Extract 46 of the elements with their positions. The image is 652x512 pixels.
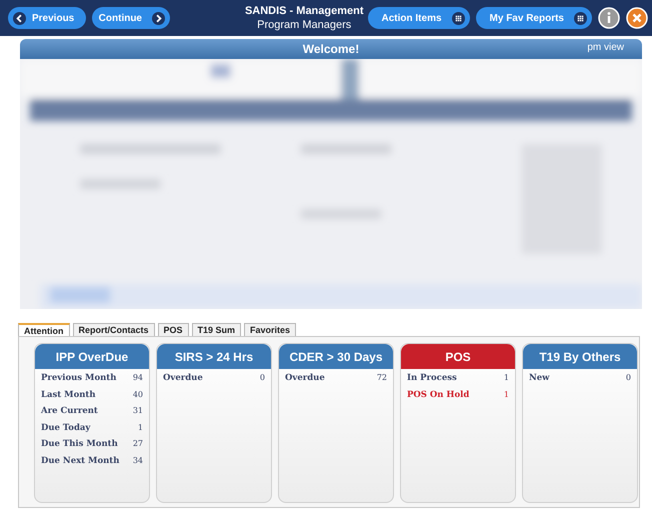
row-count: 72 (376, 373, 387, 384)
row-label[interactable]: Previous Month (41, 373, 116, 390)
grid-icon (452, 12, 465, 24)
card-title: T19 By Others (523, 344, 637, 369)
app-subtitle: Program Managers (256, 19, 352, 31)
grid-icon (574, 12, 587, 24)
tab[interactable]: Report/Contacts (72, 323, 155, 336)
row-count: 27 (132, 439, 143, 450)
card-title: SIRS > 24 Hrs (157, 344, 271, 369)
row-count: 1 (138, 422, 143, 434)
chevron-right-icon (152, 12, 165, 24)
tab[interactable]: POS (158, 323, 189, 336)
card-title: CDER > 30 Days (279, 344, 393, 369)
row-label[interactable]: Due Next Month (41, 456, 120, 472)
row-label[interactable]: Due This Month (41, 439, 118, 456)
nav-button[interactable]: Previous (8, 7, 86, 29)
row-label[interactable]: In Process (407, 373, 457, 390)
app-title: SANDIS - Management (244, 5, 364, 17)
row-label[interactable]: Due Today (41, 422, 90, 439)
menu-button[interactable]: Action Items (368, 7, 470, 29)
row-count: 1 (504, 390, 509, 400)
view-label: pm view (587, 42, 624, 53)
row-count: 0 (626, 373, 631, 384)
tab[interactable]: Favorites (244, 323, 296, 336)
menu-button[interactable]: My Fav Reports (476, 7, 592, 29)
row-label[interactable]: POS On Hold (407, 390, 470, 406)
row-count: 94 (132, 373, 143, 384)
tab[interactable]: T19 Sum (192, 323, 242, 336)
row-label[interactable]: Overdue (163, 373, 203, 390)
row-count: 0 (260, 373, 265, 384)
row-count: 1 (504, 373, 509, 384)
welcome-title: Welcome! (302, 42, 360, 56)
close-icon[interactable] (626, 7, 648, 29)
row-count: 40 (132, 390, 143, 400)
row-label[interactable]: New (529, 373, 550, 390)
tab[interactable]: Attention (18, 323, 70, 336)
info-icon[interactable] (598, 7, 620, 29)
row-count: 34 (132, 456, 143, 466)
row-count: 31 (132, 406, 143, 417)
row-label[interactable]: Are Current (41, 406, 98, 422)
card-title: IPP OverDue (35, 344, 149, 369)
card-title: POS (401, 344, 515, 369)
nav-button[interactable]: Continue (92, 7, 170, 29)
row-label[interactable]: Last Month (41, 390, 96, 406)
row-label[interactable]: Overdue (285, 373, 325, 390)
chevron-left-icon (13, 12, 26, 24)
